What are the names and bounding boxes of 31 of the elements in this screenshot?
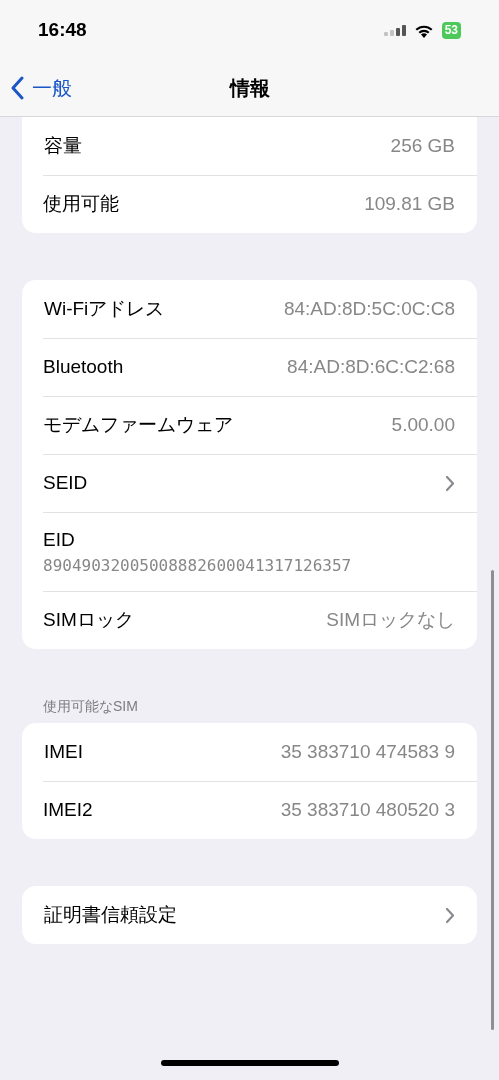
row-value: 35 383710 480520 3 [280,798,455,823]
section-header: 使用可能なSIM [42,697,139,716]
row-label: EID [43,527,76,552]
row-label: モデムファームウェア [43,413,233,438]
row-value: 5.00.00 [391,413,455,438]
row-value: 109.81 GB [364,192,455,217]
row-label: 容量 [44,133,82,158]
chevron-icon [445,906,455,924]
signal-icon [383,24,406,36]
row-label: Wi-Fiアドレス [44,296,165,321]
row-label: SIMロック [43,608,134,633]
back-button[interactable]: 一般 [0,73,82,103]
row-label: SEID [43,471,88,496]
row-label: IMEI2 [43,798,93,823]
settings-row[interactable]: SEID [43,454,477,512]
row-label: IMEI [44,739,84,764]
row-value: 256 GB [390,133,455,158]
row-value: SIMロックなし [326,608,455,633]
row-value: 35 383710 474583 9 [280,739,455,764]
row-label: 証明書信頼設定 [44,902,177,927]
row-value: 84:AD:8D:5C:0C:C8 [283,296,455,321]
back-chevron-icon [10,76,24,100]
chevron-icon [445,475,455,492]
row-label: Bluetooth [43,355,124,380]
row-label: 使用可能 [43,192,119,217]
page-title: 情報 [229,76,270,101]
status-time: 16:48 [38,17,87,42]
row-value: 89049032005008882600041317126357 [43,555,353,578]
row-value: 84:AD:8D:6C:C2:68 [287,355,455,380]
battery-level: 53 [441,21,461,39]
settings-row[interactable]: 証明書信頼設定 [22,886,477,944]
